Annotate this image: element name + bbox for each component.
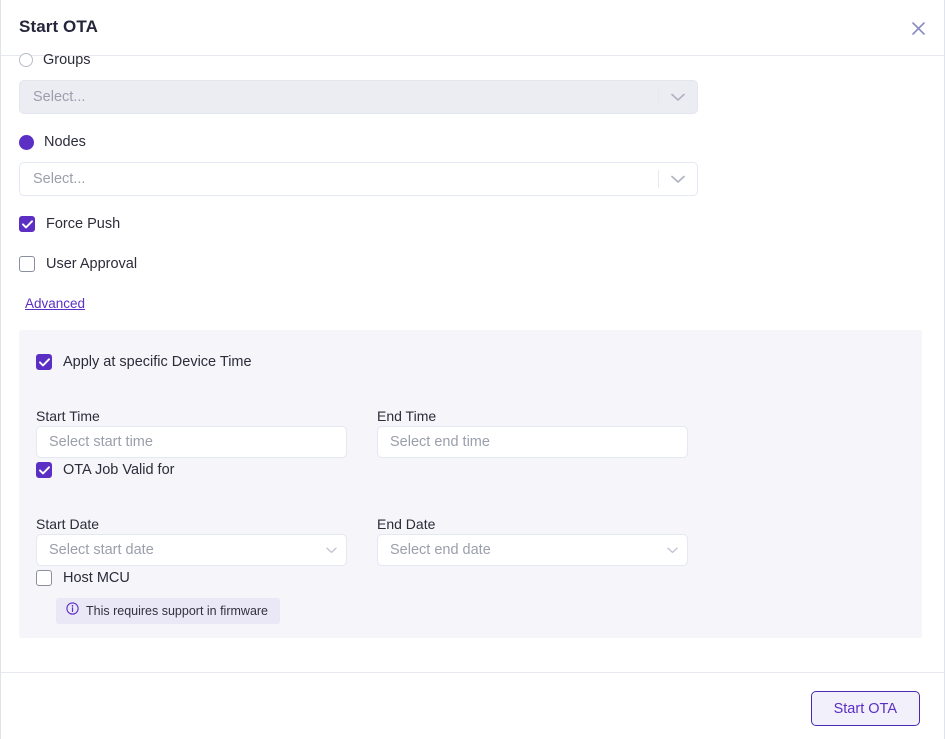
checkbox-ota-job-valid-label: OTA Job Valid for — [63, 462, 175, 478]
nodes-select[interactable]: Select... — [19, 162, 698, 196]
modal-footer: Start OTA — [1, 672, 944, 739]
groups-select-placeholder: Select... — [33, 89, 86, 105]
end-date-placeholder: Select end date — [390, 542, 491, 558]
host-mcu-note: This requires support in firmware — [56, 598, 281, 624]
host-mcu-note-text: This requires support in firmware — [86, 604, 269, 618]
advanced-link[interactable]: Advanced — [25, 296, 85, 311]
chevron-down-icon[interactable] — [659, 175, 697, 184]
groups-select[interactable]: Select... — [19, 80, 698, 114]
radio-option-nodes[interactable]: Nodes — [19, 132, 86, 152]
modal-header: Start OTA — [1, 0, 944, 56]
radio-nodes-label: Nodes — [44, 134, 86, 150]
radio-groups[interactable] — [19, 53, 33, 67]
page-title: Start OTA — [19, 17, 98, 36]
checkbox-apply-device-time[interactable]: Apply at specific Device Time — [36, 354, 252, 370]
end-time-label: End Time — [377, 408, 437, 424]
checkbox-host-mcu-label: Host MCU — [63, 570, 130, 586]
checkbox-box[interactable] — [19, 256, 35, 272]
checkbox-user-approval[interactable]: User Approval — [19, 256, 137, 272]
start-time-placeholder: Select start time — [49, 434, 153, 450]
end-date-label: End Date — [377, 516, 436, 532]
start-ota-button[interactable]: Start OTA — [810, 691, 920, 726]
close-icon[interactable] — [906, 16, 930, 40]
end-time-input[interactable]: Select end time — [377, 426, 688, 458]
end-time-placeholder: Select end time — [390, 434, 490, 450]
end-date-input[interactable]: Select end date — [377, 534, 688, 566]
modal-body: Groups Select... Nodes Select... Force P… — [1, 52, 944, 672]
start-ota-modal: Start OTA Groups Select... Nodes Select.… — [0, 0, 945, 739]
checkbox-apply-device-time-label: Apply at specific Device Time — [63, 354, 252, 370]
chevron-down-icon[interactable] — [316, 547, 346, 554]
checkbox-box[interactable] — [19, 216, 35, 232]
nodes-select-placeholder: Select... — [33, 171, 86, 187]
radio-nodes[interactable] — [19, 134, 34, 150]
checkbox-host-mcu[interactable]: Host MCU — [36, 570, 130, 586]
advanced-panel: Apply at specific Device Time Start Time… — [19, 330, 922, 638]
start-time-label: Start Time — [36, 408, 100, 424]
checkbox-ota-job-valid[interactable]: OTA Job Valid for — [36, 462, 174, 478]
info-circle-icon — [66, 602, 79, 620]
chevron-down-icon[interactable] — [657, 547, 687, 554]
start-time-input[interactable]: Select start time — [36, 426, 347, 458]
checkbox-force-push-label: Force Push — [46, 216, 121, 232]
radio-option-groups[interactable]: Groups — [19, 50, 91, 70]
start-date-placeholder: Select start date — [49, 542, 154, 558]
start-date-label: Start Date — [36, 516, 100, 532]
start-date-input[interactable]: Select start date — [36, 534, 347, 566]
checkbox-box[interactable] — [36, 462, 52, 478]
checkbox-user-approval-label: User Approval — [46, 256, 138, 272]
checkbox-box[interactable] — [36, 354, 52, 370]
chevron-down-icon[interactable] — [659, 93, 697, 102]
checkbox-box[interactable] — [36, 570, 52, 586]
checkbox-force-push[interactable]: Force Push — [19, 216, 120, 232]
radio-groups-label: Groups — [43, 52, 91, 68]
